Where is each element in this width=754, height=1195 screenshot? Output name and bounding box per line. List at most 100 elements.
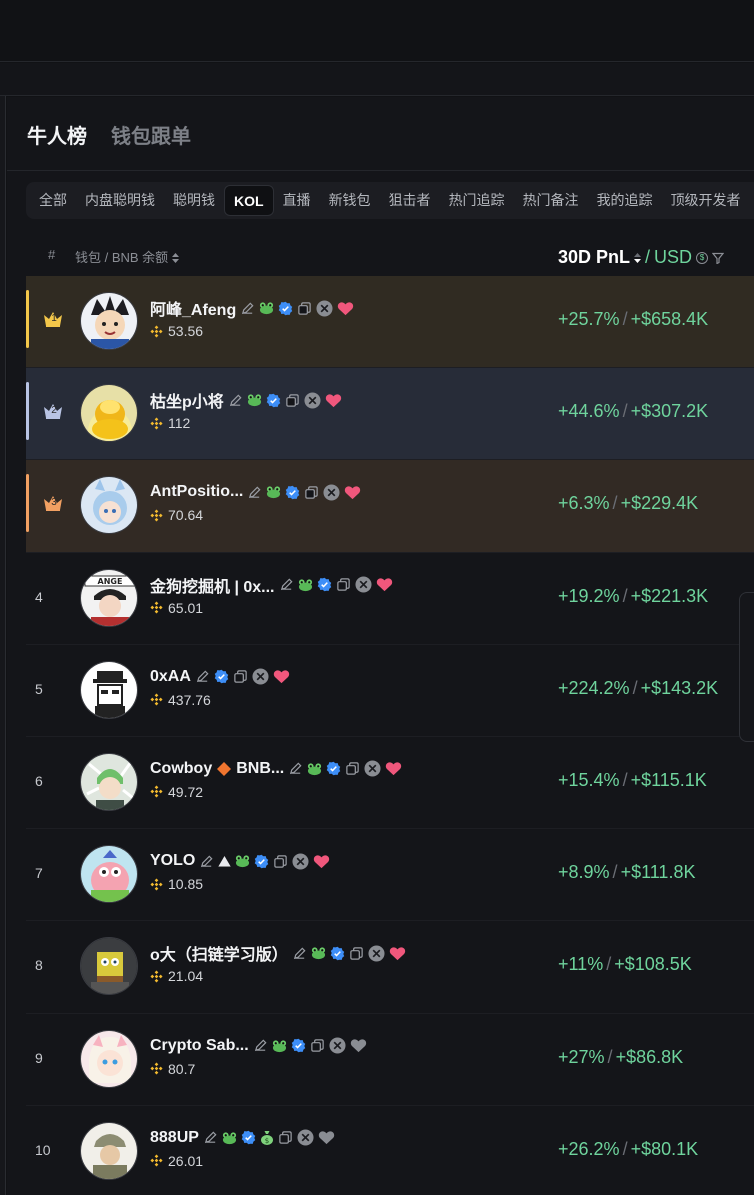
- avatar[interactable]: ANGE: [80, 568, 138, 627]
- wallet-name[interactable]: Crypto Sab...: [150, 1037, 249, 1055]
- x-social-icon[interactable]: [292, 853, 309, 870]
- tab-smart-money[interactable]: 聪明钱: [164, 185, 224, 216]
- heart-filled-icon[interactable]: [337, 301, 354, 316]
- avatar[interactable]: [80, 937, 138, 996]
- tab-inner-smart-money[interactable]: 内盘聪明钱: [76, 185, 164, 216]
- secondary-bar: [0, 63, 754, 96]
- wallet-name[interactable]: o大（扫链学习版）: [150, 941, 288, 965]
- copy-icon[interactable]: [345, 761, 360, 776]
- pnl-separator: /: [632, 677, 638, 698]
- edit-icon[interactable]: [253, 1038, 268, 1053]
- x-social-icon[interactable]: [297, 1129, 314, 1146]
- heart-icon[interactable]: [318, 1130, 335, 1145]
- heart-filled-icon[interactable]: [344, 485, 361, 500]
- wallet-name[interactable]: 888UP: [150, 1129, 199, 1147]
- wallet-name[interactable]: 金狗挖掘机 | 0x...: [150, 573, 275, 597]
- avatar[interactable]: [80, 845, 138, 904]
- copy-icon[interactable]: [233, 669, 248, 684]
- filter-icon[interactable]: [712, 252, 725, 264]
- balance-value: 112: [168, 415, 191, 432]
- leaderboard-row[interactable]: 2 枯坐p小将 112 +44.6% / +$307.2K: [26, 368, 754, 461]
- tab-my-tracking[interactable]: 我的追踪: [588, 185, 662, 216]
- copy-icon[interactable]: [310, 1038, 325, 1053]
- copy-icon[interactable]: [285, 393, 300, 408]
- edit-icon[interactable]: [279, 577, 294, 592]
- leaderboard-row[interactable]: 8 o大（扫链学习版） 21.04 +11% / +$108.5K: [26, 921, 754, 1014]
- edit-icon[interactable]: [240, 301, 255, 316]
- tab-copy-trading[interactable]: 钱包跟单: [111, 120, 191, 149]
- heart-filled-icon[interactable]: [313, 854, 330, 869]
- tab-leaderboard[interactable]: 牛人榜: [27, 120, 87, 149]
- tab-hot-tracking[interactable]: 热门追踪: [440, 185, 514, 216]
- edit-icon[interactable]: [199, 854, 214, 869]
- heart-filled-icon[interactable]: [385, 761, 402, 776]
- leaderboard-row[interactable]: 5 0xAA 437.76 +224.2% / +$143.2K: [26, 645, 754, 737]
- x-social-icon[interactable]: [329, 1037, 346, 1054]
- balance-value: 26.01: [168, 1152, 204, 1169]
- avatar[interactable]: [80, 476, 138, 535]
- wallet-name[interactable]: 枯坐p小将: [150, 388, 224, 412]
- edit-icon[interactable]: [292, 946, 307, 961]
- x-social-icon[interactable]: [252, 668, 269, 685]
- heart-filled-icon[interactable]: [325, 393, 342, 408]
- wallet-name[interactable]: YOLO: [150, 852, 195, 870]
- edit-icon[interactable]: [288, 761, 303, 776]
- tab-live[interactable]: 直播: [274, 185, 320, 216]
- edit-icon[interactable]: [203, 1130, 218, 1145]
- bnb-balance: 49.72: [150, 783, 203, 801]
- leaderboard-list: 1 阿峰_Afeng 53.56 +25.7% / +$658.4K 2 枯坐p小将 112 +4…: [26, 276, 754, 1195]
- copy-icon[interactable]: [297, 301, 312, 316]
- leaderboard-row[interactable]: 3 AntPositio... 70.64 +6.3% / +$229.4K: [26, 460, 754, 553]
- copy-icon[interactable]: [273, 854, 288, 869]
- bnb-icon: [150, 970, 163, 983]
- leaderboard-row[interactable]: 1 阿峰_Afeng 53.56 +25.7% / +$658.4K: [26, 276, 754, 369]
- leaderboard-row[interactable]: 9 Crypto Sab... 80.7 +27% / +$86.8K: [26, 1014, 754, 1106]
- heart-filled-icon[interactable]: [273, 669, 290, 684]
- currency-label[interactable]: USD: [654, 247, 692, 268]
- x-social-icon[interactable]: [316, 299, 333, 317]
- avatar[interactable]: [80, 752, 138, 811]
- pnl-usd: +$80.1K: [630, 1138, 699, 1159]
- x-social-icon[interactable]: [323, 484, 340, 501]
- pnl-column-header: 30D PnL / USD $: [558, 247, 725, 268]
- wallet-name[interactable]: 阿峰_Afeng: [150, 296, 236, 320]
- x-social-icon[interactable]: [368, 945, 385, 962]
- wallet-name[interactable]: Cowboy: [150, 760, 212, 778]
- tab-all[interactable]: 全部: [30, 185, 76, 216]
- wallet-name[interactable]: 0xAA: [150, 668, 191, 686]
- currency-toggle-icon[interactable]: $: [696, 251, 709, 264]
- heart-filled-icon[interactable]: [376, 577, 393, 592]
- heart-filled-icon[interactable]: [389, 946, 406, 961]
- avatar[interactable]: [80, 292, 138, 350]
- avatar[interactable]: [80, 384, 138, 443]
- tab-hot-notes[interactable]: 热门备注: [514, 185, 588, 216]
- tab-sniper[interactable]: 狙击者: [380, 185, 440, 216]
- pnl-sort-button[interactable]: 30D PnL: [558, 247, 630, 268]
- wallet-name-suffix[interactable]: BNB...: [236, 760, 284, 778]
- tab-top-developers[interactable]: 顶级开发者: [662, 185, 750, 216]
- bnb-balance: 65.01: [150, 599, 203, 617]
- heart-icon[interactable]: [350, 1038, 367, 1053]
- leaderboard-row[interactable]: 7 YOLO 10.85 +8.9% / +$111.8K: [26, 829, 754, 922]
- avatar[interactable]: [80, 660, 138, 719]
- x-social-icon[interactable]: [304, 392, 321, 409]
- tab-new-wallet[interactable]: 新钱包: [320, 185, 380, 216]
- leaderboard-row[interactable]: 10 888UP $26.01 +26.2% / +$80.1K: [26, 1106, 754, 1195]
- copy-icon[interactable]: [349, 946, 364, 961]
- x-social-icon[interactable]: [364, 760, 381, 777]
- copy-icon[interactable]: [304, 485, 319, 500]
- balance-value: 437.76: [168, 691, 211, 708]
- leaderboard-row[interactable]: 4 ANGE 金狗挖掘机 | 0x... 65.01 +19.2% / +$221.3K: [26, 553, 754, 645]
- tab-kol[interactable]: KOL: [224, 185, 274, 216]
- copy-icon[interactable]: [336, 577, 351, 592]
- x-social-icon[interactable]: [354, 576, 372, 593]
- leaderboard-row[interactable]: 6 Cowboy BNB... 49.72 +15.4% / +$115.1K: [26, 737, 754, 830]
- wallet-name[interactable]: AntPositio...: [150, 483, 243, 501]
- avatar[interactable]: [80, 1121, 138, 1180]
- edit-icon[interactable]: [247, 485, 262, 500]
- wallet-column-header[interactable]: 钱包 / BNB 余额: [75, 247, 179, 266]
- avatar[interactable]: [80, 1029, 138, 1088]
- edit-icon[interactable]: [195, 669, 210, 684]
- copy-icon[interactable]: [278, 1130, 293, 1145]
- edit-icon[interactable]: [228, 393, 243, 408]
